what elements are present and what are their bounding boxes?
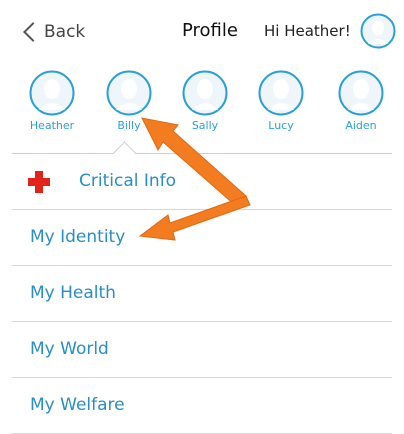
navigation-bar: Back Profile Hi Heather!: [0, 0, 404, 64]
profile-avatar-heather[interactable]: Heather: [22, 70, 82, 132]
greeting-text: Hi Heather!: [264, 22, 351, 40]
current-user-avatar[interactable]: [360, 13, 396, 53]
menu-item-my-identity[interactable]: My Identity: [12, 210, 392, 266]
menu-item-critical-info[interactable]: Critical Info: [12, 154, 392, 210]
profile-name: Aiden: [345, 119, 377, 132]
profile-switcher: Heather Billy Sally Lucy Aiden: [0, 64, 404, 154]
menu-item-label: My Health: [30, 283, 116, 303]
menu-item-my-welfare[interactable]: My Welfare: [12, 378, 392, 434]
profile-avatar-lucy[interactable]: Lucy: [251, 70, 311, 132]
profile-menu: Critical Info My Identity My Health My W…: [0, 154, 404, 434]
menu-item-my-world[interactable]: My World: [12, 322, 392, 378]
person-silhouette-icon: [29, 70, 75, 116]
menu-item-label: My Welfare: [30, 395, 125, 415]
profile-name: Lucy: [268, 119, 294, 132]
profile-name: Sally: [191, 119, 219, 132]
red-cross-icon: [28, 171, 50, 193]
back-button[interactable]: Back: [22, 18, 85, 46]
page-title: Profile: [182, 20, 238, 41]
profile-name: Heather: [29, 119, 75, 132]
profile-avatar-billy[interactable]: Billy: [99, 70, 159, 132]
profile-avatar-aiden[interactable]: Aiden: [331, 70, 391, 132]
person-silhouette-icon: [106, 70, 152, 116]
chevron-left-icon: [23, 22, 43, 42]
profile-avatar-sally[interactable]: Sally: [175, 70, 235, 132]
menu-item-label: My World: [30, 339, 109, 359]
profile-name: Billy: [117, 119, 141, 132]
person-silhouette-icon: [360, 13, 396, 49]
person-silhouette-icon: [258, 70, 304, 116]
back-label: Back: [44, 22, 86, 42]
menu-item-label: My Identity: [30, 227, 126, 247]
menu-item-my-health[interactable]: My Health: [12, 266, 392, 322]
person-silhouette-icon: [338, 70, 384, 116]
person-silhouette-icon: [182, 70, 228, 116]
menu-item-label: Critical Info: [79, 171, 177, 191]
